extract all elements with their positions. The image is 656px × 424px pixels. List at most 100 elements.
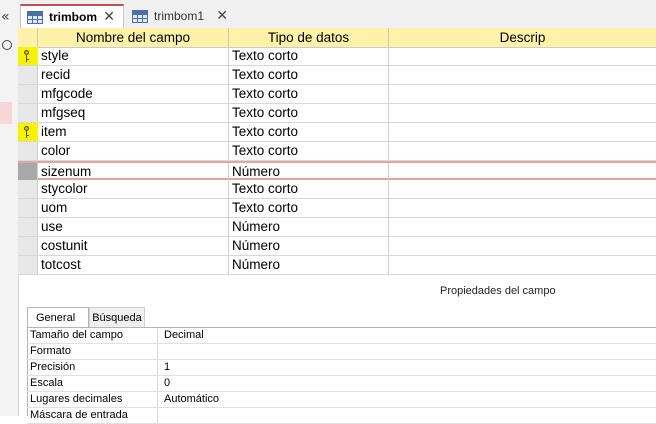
row-selector[interactable] [18,256,38,274]
row-selector[interactable] [18,142,38,160]
property-value[interactable] [160,344,164,359]
properties-table: Tamaño del campo Decimal Formato Precisión 1… [27,327,656,424]
field-name-cell[interactable]: sizenum [38,163,229,181]
data-type-cell[interactable]: Número [229,256,389,274]
grid-header: Nombre del campo Tipo de datos Descrip [18,28,656,48]
table-row[interactable]: stycolor Texto corto [18,180,656,199]
row-selector[interactable] [18,66,38,84]
table-row[interactable]: mfgseq Texto corto [18,104,656,123]
property-value[interactable]: 1 [160,360,170,375]
description-cell[interactable] [389,180,656,198]
data-type-cell[interactable]: Texto corto [229,85,389,103]
data-type-cell[interactable]: Texto corto [229,199,389,217]
property-row: Escala 0 [27,376,656,392]
field-properties-title: Propiedades del campo [440,285,556,297]
data-type-cell[interactable]: Texto corto [229,180,389,198]
table-row[interactable]: sizenum Número [18,161,656,181]
row-selector[interactable] [18,85,38,103]
property-value[interactable]: Decimal [160,328,204,343]
table-row[interactable]: style Texto corto [18,47,656,66]
field-name-cell[interactable]: totcost [38,256,229,274]
property-label: Lugares decimales [27,392,158,407]
property-row: Lugares decimales Automático [27,392,656,408]
field-name-cell[interactable]: use [38,218,229,236]
data-type-cell[interactable]: Texto corto [229,123,389,141]
primary-key-icon [24,126,29,138]
search-icon[interactable] [2,40,12,50]
tab-general[interactable]: General [27,307,89,327]
data-type-cell[interactable]: Texto corto [229,66,389,84]
field-name-cell[interactable]: costunit [38,237,229,255]
row-selector[interactable] [18,199,38,217]
property-value[interactable]: Automático [160,392,219,407]
property-row: Tamaño del campo Decimal [27,328,656,344]
property-row: Máscara de entrada [27,408,656,424]
property-label: Tamaño del campo [27,328,158,343]
table-icon [27,10,43,24]
close-icon[interactable]: ✕ [103,9,115,25]
navigation-pane-collapsed: « [0,0,19,416]
description-cell[interactable] [389,142,656,160]
data-type-cell[interactable]: Texto corto [229,104,389,122]
table-icon [132,9,148,23]
data-type-cell[interactable]: Texto corto [229,142,389,160]
property-label: Precisión [27,360,158,375]
table-row[interactable]: costunit Número [18,237,656,256]
table-row[interactable]: use Número [18,218,656,237]
description-cell[interactable] [389,66,656,84]
field-name-cell[interactable]: stycolor [38,180,229,198]
tab-busqueda[interactable]: Búsqueda [89,307,145,327]
close-icon[interactable]: ✕ [216,8,228,24]
data-type-cell[interactable]: Número [229,237,389,255]
description-cell[interactable] [389,47,656,65]
data-type-cell[interactable]: Número [229,163,389,181]
row-selector-header[interactable] [18,28,38,47]
field-name-cell[interactable]: recid [38,66,229,84]
property-row: Precisión 1 [27,360,656,376]
data-type-cell[interactable]: Texto corto [229,47,389,65]
row-selector[interactable] [18,104,38,122]
description-cell[interactable] [389,256,656,274]
table-row[interactable]: uom Texto corto [18,199,656,218]
description-cell[interactable] [389,123,656,141]
field-name-cell[interactable]: color [38,142,229,160]
row-selector[interactable] [18,237,38,255]
row-selector[interactable] [18,47,38,65]
description-cell[interactable] [389,104,656,122]
tab-trimbom1[interactable]: trimbom1 ✕ [126,4,236,28]
description-cell[interactable] [389,199,656,217]
field-name-cell[interactable]: uom [38,199,229,217]
property-value[interactable]: 0 [160,376,170,391]
primary-key-icon [24,50,29,62]
description-cell[interactable] [389,218,656,236]
tab-trimbom[interactable]: trimbom ✕ [20,4,124,28]
table-row[interactable]: mfgcode Texto corto [18,85,656,104]
table-row[interactable]: color Texto corto [18,142,656,161]
primary-key-highlight [18,47,38,65]
table-row[interactable]: item Texto corto [18,123,656,142]
table-row[interactable]: recid Texto corto [18,66,656,85]
table-row[interactable]: totcost Número [18,256,656,275]
field-name-cell[interactable]: mfgcode [38,85,229,103]
row-selector[interactable] [18,163,38,181]
data-type-cell[interactable]: Número [229,218,389,236]
field-name-cell[interactable]: item [38,123,229,141]
row-selector[interactable] [18,180,38,198]
property-label: Escala [27,376,158,391]
tab-label: trimbom [49,10,97,24]
grid-rows: style Texto corto recid Texto corto mfgcode T… [18,47,656,283]
row-selector[interactable] [18,218,38,236]
field-name-cell[interactable]: style [38,47,229,65]
tab-label: trimbom1 [154,9,205,23]
row-selector[interactable] [18,123,38,141]
field-name-cell[interactable]: mfgseq [38,104,229,122]
description-cell[interactable] [389,85,656,103]
description-cell[interactable] [389,163,656,181]
column-header-field-name: Nombre del campo [38,28,229,47]
description-cell[interactable] [389,237,656,255]
property-label: Formato [27,344,158,359]
primary-key-highlight [18,123,38,141]
column-header-description: Descrip [499,30,546,45]
column-header-data-type: Tipo de datos [229,28,389,47]
chevron-double-left-icon[interactable]: « [1,9,10,25]
